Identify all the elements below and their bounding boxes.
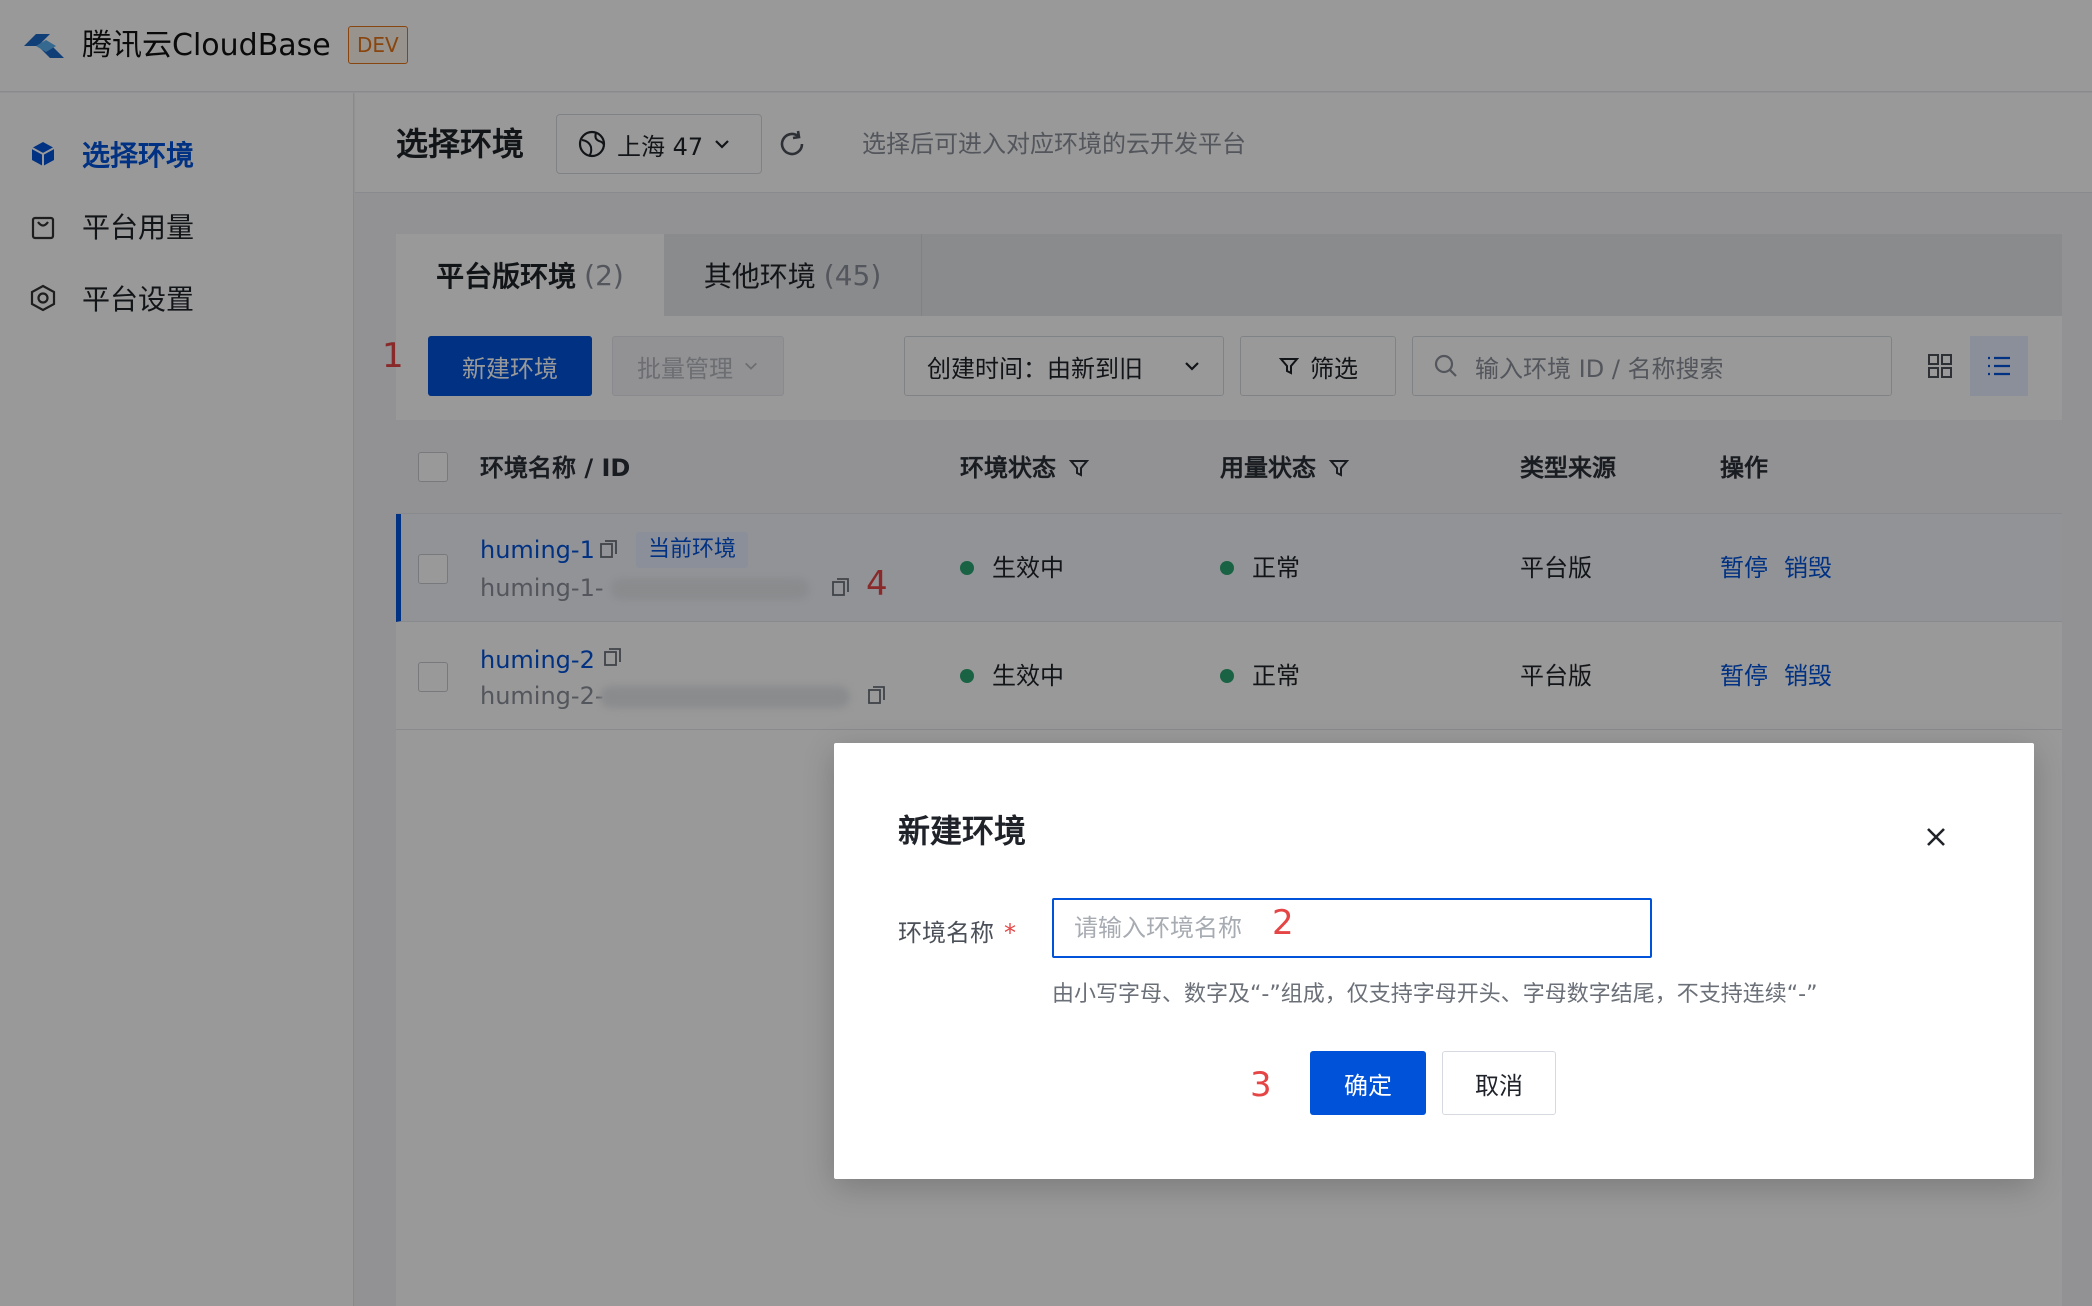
dialog-title: 新建环境 [898, 812, 1027, 850]
required-mark: * [1004, 919, 1016, 947]
env-name-label: 环境名称 * [898, 919, 1016, 947]
env-name-helper: 由小写字母、数字及“-”组成，仅支持字母开头、字母数字结尾，不支持连续“-” [1052, 982, 1818, 1007]
new-env-dialog: 新建环境 环境名称* 2 由小写字母、数字及“-”组成，仅支持字母开头、字母数字… [834, 743, 2034, 1179]
step-marker-3: 3 [1250, 1065, 1272, 1105]
env-name-input[interactable] [1052, 898, 1652, 958]
cancel-button[interactable]: 取消 [1442, 1051, 1556, 1115]
close-icon[interactable] [1922, 823, 1950, 851]
step-marker-2: 2 [1272, 903, 1294, 943]
confirm-button[interactable]: 确定 [1310, 1051, 1426, 1115]
